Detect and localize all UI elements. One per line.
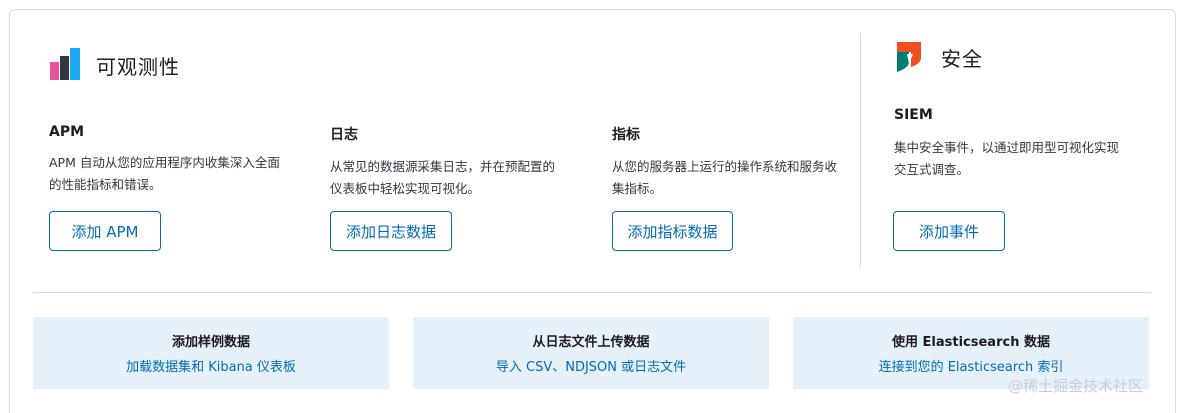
upload-file-card[interactable]: 从日志文件上传数据 导入 CSV、NDJSON 或日志文件 — [413, 317, 769, 389]
logs-description: 从常见的数据源采集日志，并在预配置的仪表板中轻松实现可视化。 — [330, 159, 556, 196]
horizontal-divider — [33, 292, 1151, 293]
logs-column: 日志 从常见的数据源采集日志，并在预配置的仪表板中轻松实现可视化。 — [330, 124, 570, 200]
apm-description: APM 自动从您的应用程序内收集深入全面的性能指标和错误。 — [49, 155, 280, 192]
metrics-heading: 指标 — [612, 127, 640, 143]
siem-description: 集中安全事件，以通过即用型可视化实现交互式调查。 — [894, 140, 1120, 177]
vertical-divider — [860, 33, 861, 267]
siem-heading: SIEM — [894, 107, 933, 123]
elasticsearch-data-link[interactable]: 连接到您的 Elasticsearch 索引 — [879, 356, 1064, 375]
observability-header: 可观测性 — [50, 48, 180, 82]
add-apm-button[interactable]: 添加 APM — [49, 211, 161, 251]
add-logs-button[interactable]: 添加日志数据 — [330, 211, 452, 251]
watermark: @稀土掘金技术社区 — [1008, 377, 1144, 395]
apm-column: APM APM 自动从您的应用程序内收集深入全面的性能指标和错误。 — [49, 124, 289, 196]
security-header: 安全 — [895, 40, 983, 74]
observability-title: 可观测性 — [96, 54, 180, 79]
upload-file-link[interactable]: 导入 CSV、NDJSON 或日志文件 — [496, 356, 686, 375]
sample-data-link[interactable]: 加载数据集和 Kibana 仪表板 — [126, 356, 296, 375]
elasticsearch-data-title: 使用 Elasticsearch 数据 — [892, 335, 1050, 350]
observability-icon — [50, 48, 80, 80]
logs-heading: 日志 — [330, 127, 358, 143]
security-title: 安全 — [941, 46, 983, 71]
sample-data-title: 添加样例数据 — [171, 335, 250, 350]
upload-file-title: 从日志文件上传数据 — [532, 335, 650, 350]
add-metrics-button[interactable]: 添加指标数据 — [612, 211, 733, 251]
metrics-column: 指标 从您的服务器上运行的操作系统和服务收集指标。 — [612, 124, 852, 200]
metrics-description: 从您的服务器上运行的操作系统和服务收集指标。 — [612, 159, 838, 196]
apm-heading: APM — [49, 124, 85, 140]
siem-column: SIEM 集中安全事件，以通过即用型可视化实现交互式调查。 — [894, 107, 1134, 181]
add-events-button[interactable]: 添加事件 — [893, 211, 1005, 251]
security-shield-icon — [897, 42, 921, 72]
sample-data-card[interactable]: 添加样例数据 加载数据集和 Kibana 仪表板 — [33, 317, 389, 389]
